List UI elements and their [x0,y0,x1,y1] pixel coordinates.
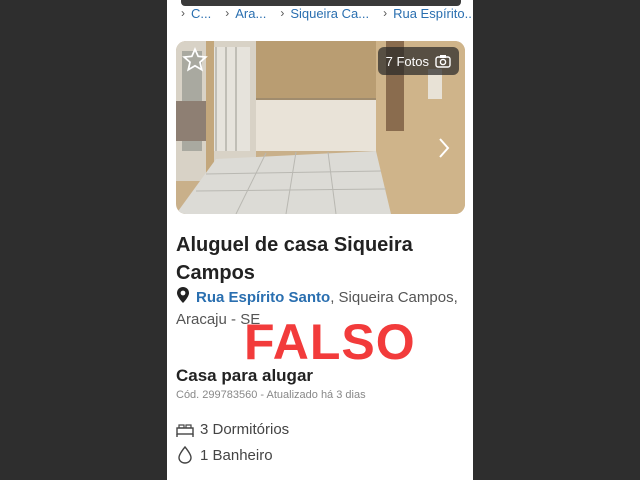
breadcrumb-item[interactable]: C... [191,6,211,21]
drop-icon [178,446,192,464]
next-photo-button[interactable] [437,136,451,160]
breadcrumb-item[interactable]: Siqueira Ca... [290,6,369,21]
bathrooms-label: 1 Banheiro [200,446,273,464]
listing-page: › C... › Ara... › Siqueira Ca... › Rua E… [167,0,473,480]
breadcrumb-separator: › [181,6,185,20]
breadcrumb-item[interactable]: Ara... [235,6,266,21]
bed-icon [176,423,194,437]
breadcrumb-separator: › [383,6,388,20]
photo-count-badge[interactable]: 7 Fotos [377,47,459,75]
street-link[interactable]: Rua Espírito Santo [196,289,330,306]
listing-code: Cód. 299783560 - Atualizado há 3 dias [176,389,366,401]
falso-stamp: FALSO [244,314,416,370]
favorite-button[interactable] [182,47,208,73]
breadcrumb-item[interactable]: Rua Espírito... [393,6,473,21]
star-icon [182,47,208,72]
bedrooms-label: 3 Dormitórios [200,421,290,438]
listing-title: Aluguel de casa Siqueira Campos [176,234,413,284]
bedrooms-feature: 3 Dormitórios [176,421,289,438]
breadcrumb-separator: › [280,6,285,20]
photo-count-label: 7 Fotos [385,53,429,69]
breadcrumb: › C... › Ara... › Siqueira Ca... › Rua E… [167,2,473,24]
breadcrumb-separator: › [225,6,230,20]
camera-icon [435,55,451,68]
listing-photo[interactable]: 7 Fotos [176,41,465,214]
locality-line1: , Siqueira Campos, [330,289,458,306]
chevron-right-icon [439,138,450,158]
location-pin-icon [177,287,189,303]
bathrooms-feature: 1 Banheiro [176,446,273,464]
